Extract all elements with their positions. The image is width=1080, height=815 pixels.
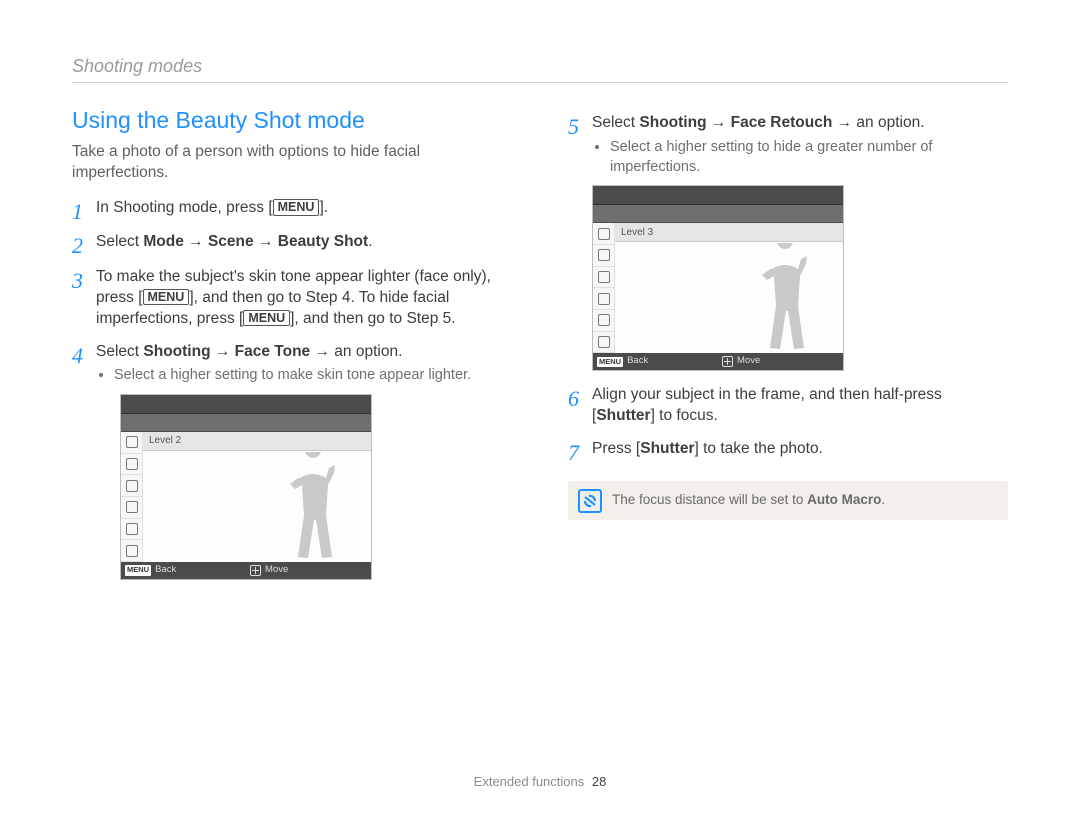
screen-top-tabs — [593, 186, 843, 205]
step-3: 3 To make the subject's skin tone appear… — [72, 267, 512, 334]
menu-key-icon: MENU — [143, 289, 190, 305]
step-number: 6 — [568, 385, 592, 411]
screen-viewfinder: Level 2 — [143, 432, 371, 562]
step-number: 7 — [568, 439, 592, 465]
screen-move-label: Move — [737, 355, 760, 368]
screen-viewfinder: Level 3 — [615, 223, 843, 353]
page-title: Using the Beauty Shot mode — [72, 105, 512, 136]
screen-side-icons — [121, 432, 143, 562]
screen-side-icons — [593, 223, 615, 353]
side-icon — [121, 519, 143, 541]
note-text-post: . — [881, 492, 885, 507]
menu-key-icon: MENU — [243, 310, 290, 326]
page: Shooting modes Using the Beauty Shot mod… — [0, 0, 1080, 815]
menu-key-icon: MENU — [273, 199, 320, 215]
right-column: 5 Select Shooting → Face Retouch → an op… — [540, 105, 1008, 594]
page-number: 28 — [592, 774, 606, 789]
step-6: 6 Align your subject in the frame, and t… — [568, 385, 1008, 431]
step-5: 5 Select Shooting → Face Retouch → an op… — [568, 113, 1008, 377]
content-columns: Using the Beauty Shot mode Take a photo … — [72, 105, 1008, 594]
step-number: 1 — [72, 198, 96, 224]
step-2-text: Select Mode → Scene → Beauty Shot. — [96, 232, 512, 253]
screen-sub-tabs — [121, 414, 371, 432]
note-icon — [578, 489, 602, 513]
screen-bottom-bar: MENU Back Move — [593, 353, 843, 370]
page-footer: Extended functions 28 — [0, 773, 1080, 791]
screen-top-tabs — [121, 395, 371, 414]
side-icon — [593, 332, 615, 354]
device-screen-face-tone: Level 2 MENU Back Move — [120, 394, 372, 580]
side-icon — [121, 475, 143, 497]
step-5-text: Select Shooting → Face Retouch → an opti… — [592, 113, 1008, 134]
step-number: 5 — [568, 113, 592, 139]
screen-move-label: Move — [265, 564, 288, 577]
step-2: 2 Select Mode → Scene → Beauty Shot. — [72, 232, 512, 258]
step-6-text: Align your subject in the frame, and the… — [592, 385, 1008, 427]
side-icon — [121, 540, 143, 562]
menu-key-icon: MENU — [597, 357, 623, 367]
screen-level-bar: Level 3 — [615, 223, 843, 242]
info-note: The focus distance will be set to Auto M… — [568, 481, 1008, 519]
step-4-sublist: Select a higher setting to make skin ton… — [96, 366, 512, 386]
device-screen-face-retouch: Level 3 MENU Back Move — [592, 185, 844, 371]
step-4-sub-item: Select a higher setting to make skin ton… — [114, 366, 512, 386]
step-number: 2 — [72, 232, 96, 258]
step-1-text: In Shooting mode, press [MENU]. — [96, 198, 512, 219]
note-text-strong: Auto Macro — [807, 492, 881, 507]
screen-level-bar: Level 2 — [143, 432, 371, 451]
step-3-text: To make the subject's skin tone appear l… — [96, 267, 512, 330]
screen-back-label: Back — [155, 564, 176, 577]
step-1: 1 In Shooting mode, press [MENU]. — [72, 198, 512, 224]
side-icon — [593, 223, 615, 245]
side-icon — [593, 245, 615, 267]
person-silhouette-icon — [283, 452, 343, 562]
screen-back-label: Back — [627, 355, 648, 368]
step-4: 4 Select Shooting → Face Tone → an optio… — [72, 342, 512, 586]
menu-key-icon: MENU — [125, 565, 151, 575]
side-icon — [593, 310, 615, 332]
side-icon — [593, 288, 615, 310]
step-7-text: Press [Shutter] to take the photo. — [592, 439, 1008, 460]
divider — [72, 82, 1008, 83]
step-4-text: Select Shooting → Face Tone → an option. — [96, 342, 512, 363]
step-number: 4 — [72, 342, 96, 368]
side-icon — [121, 497, 143, 519]
side-icon — [121, 432, 143, 454]
side-icon — [593, 267, 615, 289]
section-header: Shooting modes — [72, 54, 1008, 78]
step-5-sublist: Select a higher setting to hide a greate… — [592, 138, 1008, 177]
left-column: Using the Beauty Shot mode Take a photo … — [72, 105, 540, 594]
nav-key-icon — [250, 565, 261, 576]
screen-bottom-bar: MENU Back Move — [121, 562, 371, 579]
nav-key-icon — [722, 356, 733, 367]
footer-label: Extended functions — [474, 774, 585, 789]
screen-sub-tabs — [593, 205, 843, 223]
note-text-pre: The focus distance will be set to — [612, 492, 807, 507]
step-7: 7 Press [Shutter] to take the photo. — [568, 439, 1008, 465]
page-intro: Take a photo of a person with options to… — [72, 142, 512, 184]
step-5-sub-item: Select a higher setting to hide a greate… — [610, 138, 1008, 177]
person-silhouette-icon — [755, 243, 815, 353]
side-icon — [121, 454, 143, 476]
step-number: 3 — [72, 267, 96, 293]
